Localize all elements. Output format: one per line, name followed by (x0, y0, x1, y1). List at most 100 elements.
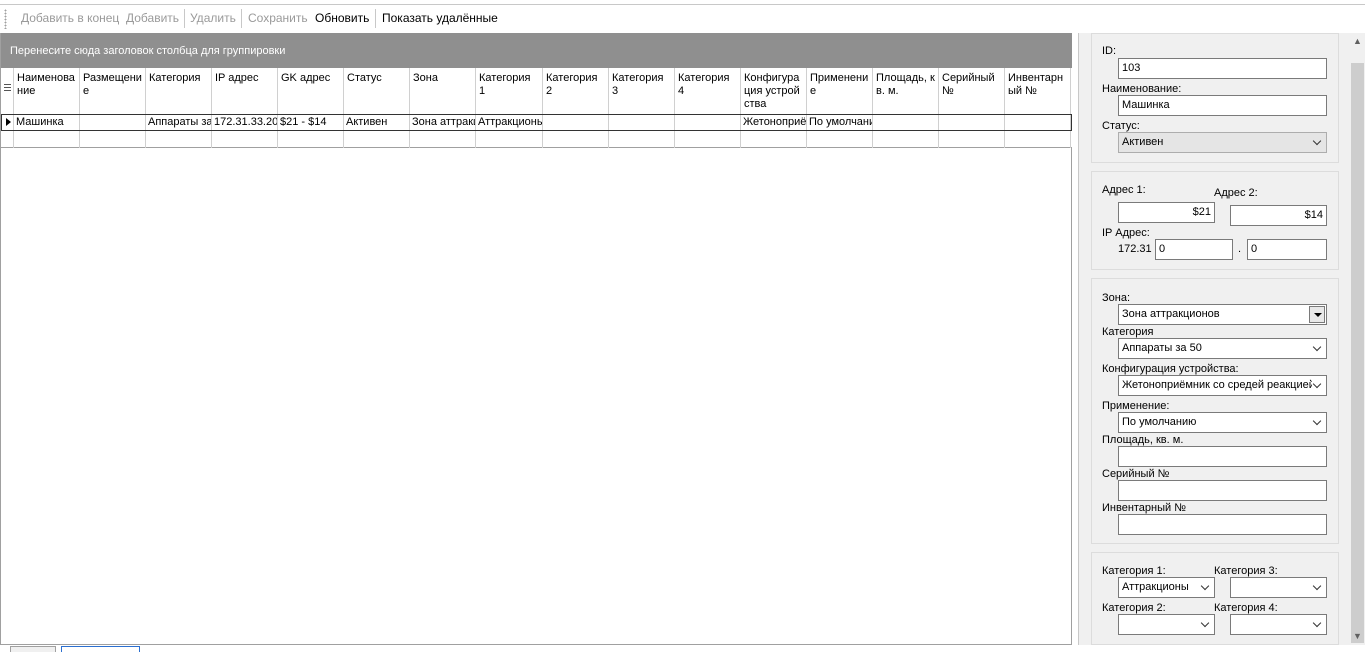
category1-select[interactable]: Аттракционы (1118, 577, 1215, 598)
cell-category1[interactable]: Аттракционы (476, 115, 543, 130)
column-chooser-icon (4, 84, 11, 93)
categories-group: Категория 1: Категория 3: Аттракционы Ка… (1091, 552, 1339, 645)
column-header-zone[interactable]: Зона (410, 68, 476, 148)
details-group: Зона: Зона аттракционов Категория Аппара… (1091, 278, 1339, 544)
cell-category[interactable]: Аппараты за 50 (146, 115, 212, 130)
vertical-scrollbar[interactable]: ▲ ▼ (1350, 33, 1365, 645)
bottom-tab-1[interactable] (10, 646, 56, 652)
address-group: Адрес 1: Адрес 2: $21 $14 IP Адрес: 172.… (1091, 171, 1339, 270)
zone-select[interactable]: Зона аттракционов (1118, 304, 1327, 325)
scroll-up-icon[interactable]: ▲ (1350, 33, 1365, 50)
ip-prefix: 172.31 (1118, 243, 1152, 255)
address1-field[interactable]: $21 (1118, 202, 1215, 223)
toolbar-separator (241, 9, 242, 28)
config-value: Жетоноприёмник со средей реакцией (1122, 379, 1315, 391)
cell-serial[interactable] (939, 115, 1005, 130)
table-row[interactable]: Машинка Аппараты за 50 172.31.33.20 $21 … (1, 114, 1072, 131)
config-label: Конфигурация устройства: (1102, 363, 1239, 375)
show-deleted-button[interactable]: Показать удалённые (382, 5, 498, 32)
delete-button[interactable]: Удалить (190, 5, 236, 32)
column-header-config[interactable]: Конфигурация устройства (741, 68, 807, 148)
category-value: Аппараты за 50 (1122, 342, 1202, 354)
add-button[interactable]: Добавить (126, 5, 179, 32)
name-field[interactable]: Машинка (1118, 95, 1327, 116)
config-select[interactable]: Жетоноприёмник со средей реакцией (1118, 375, 1327, 396)
scrollbar-thumb[interactable] (1351, 63, 1364, 643)
toolbar-grip[interactable] (4, 9, 7, 29)
category-select[interactable]: Аппараты за 50 (1118, 338, 1327, 359)
column-header-placement[interactable]: Размещение (80, 68, 146, 148)
devices-grid: Перенесите сюда заголовок столбца для гр… (0, 33, 1072, 645)
cell-category4[interactable] (675, 115, 741, 130)
chevron-down-icon (1312, 580, 1322, 594)
category2-select[interactable] (1118, 614, 1215, 635)
inventory-field[interactable] (1118, 514, 1327, 535)
category3-label: Категория 3: (1214, 565, 1278, 577)
save-button[interactable]: Сохранить (248, 5, 308, 32)
cell-usage[interactable]: По умолчанию (807, 115, 873, 130)
usage-select[interactable]: По умолчанию (1118, 412, 1327, 433)
cell-config[interactable]: Жетоноприёмник (741, 115, 807, 130)
cell-ip[interactable]: 172.31.33.20 (212, 115, 278, 130)
cell-gk[interactable]: $21 - $14 (278, 115, 344, 130)
column-header-gk[interactable]: GK адрес (278, 68, 344, 148)
cell-zone[interactable]: Зона аттракционов (410, 115, 476, 130)
inventory-label: Инвентарный № (1102, 502, 1187, 514)
dropdown-arrow-icon[interactable] (1309, 306, 1325, 323)
zone-label: Зона: (1102, 292, 1131, 304)
refresh-button[interactable]: Обновить (315, 5, 369, 32)
ip-octet4-field[interactable]: 0 (1247, 239, 1327, 260)
cell-category3[interactable] (609, 115, 675, 130)
detail-panel: ID: 103 Наименование: Машинка Статус: Ак… (1078, 33, 1350, 645)
cell-area[interactable] (873, 115, 939, 130)
id-field[interactable]: 103 (1118, 58, 1327, 79)
group-by-panel[interactable]: Перенесите сюда заголовок столбца для гр… (1, 33, 1072, 68)
chevron-down-icon (1312, 341, 1322, 355)
name-label: Наименование: (1102, 83, 1182, 95)
column-header-category[interactable]: Категория (146, 68, 212, 148)
row-indicator-cell (2, 115, 14, 130)
status-label: Статус: (1102, 120, 1140, 132)
column-header-status[interactable]: Статус (344, 68, 410, 148)
status-value: Активен (1122, 136, 1164, 148)
category3-select[interactable] (1230, 577, 1327, 598)
address1-label: Адрес 1: (1102, 184, 1146, 196)
column-header-category4[interactable]: Категория 4 (675, 68, 741, 148)
chevron-down-icon (1312, 617, 1322, 631)
area-label: Площадь, кв. м. (1102, 434, 1184, 446)
column-header-ip[interactable]: IP адрес (212, 68, 278, 148)
column-header-usage[interactable]: Применение (807, 68, 873, 148)
status-select[interactable]: Активен (1118, 132, 1327, 153)
toolbar-separator (375, 9, 376, 28)
usage-value: По умолчанию (1122, 416, 1197, 428)
category2-label: Категория 2: (1102, 602, 1166, 614)
bottom-tab-2[interactable] (61, 646, 140, 652)
usage-label: Применение: (1102, 400, 1170, 412)
column-header-name[interactable]: Наименование (14, 68, 80, 148)
scroll-down-icon[interactable]: ▼ (1350, 628, 1365, 645)
chevron-down-icon (1200, 617, 1210, 631)
cell-inventory[interactable] (1005, 115, 1071, 130)
chevron-down-icon (1200, 580, 1210, 594)
column-header-category1[interactable]: Категория 1 (476, 68, 543, 148)
column-header-serial[interactable]: Серийный № (939, 68, 1005, 148)
add-to-end-button[interactable]: Добавить в конец (21, 5, 119, 32)
column-chooser[interactable] (1, 68, 14, 148)
ip-octet3-field[interactable]: 0 (1155, 239, 1233, 260)
column-header-area[interactable]: Площадь, кв. м. (873, 68, 939, 148)
cell-name[interactable]: Машинка (14, 115, 80, 130)
column-header-category3[interactable]: Категория 3 (609, 68, 675, 148)
cell-status[interactable]: Активен (344, 115, 410, 130)
cell-placement[interactable] (80, 115, 146, 130)
toolbar-separator (184, 9, 185, 28)
chevron-down-icon (1312, 378, 1322, 392)
cell-category2[interactable] (543, 115, 609, 130)
category4-select[interactable] (1230, 614, 1327, 635)
column-header-category2[interactable]: Категория 2 (543, 68, 609, 148)
category1-label: Категория 1: (1102, 565, 1166, 577)
address2-field[interactable]: $14 (1230, 205, 1327, 226)
serial-field[interactable] (1118, 480, 1327, 501)
area-field[interactable] (1118, 446, 1327, 467)
row-indicator-icon (6, 118, 11, 126)
column-header-inventory[interactable]: Инвентарный № (1005, 68, 1071, 148)
